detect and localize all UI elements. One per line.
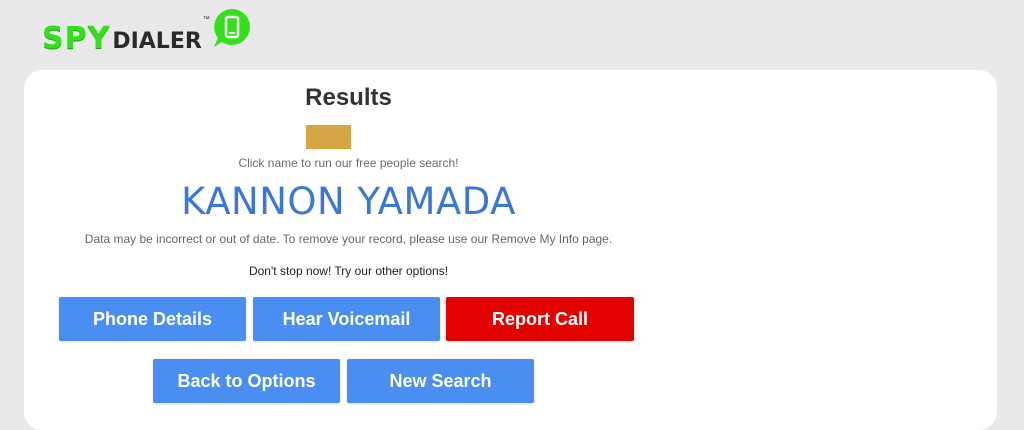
result-badge <box>306 125 351 149</box>
site-header: SPY DIALER ™ <box>0 0 1024 64</box>
page-title: Results <box>305 84 392 111</box>
logo-trademark: ™ <box>202 16 210 23</box>
phone-details-button[interactable]: Phone Details <box>59 297 246 341</box>
back-to-options-button[interactable]: Back to Options <box>153 359 340 403</box>
report-call-button[interactable]: Report Call <box>446 297 634 341</box>
spydialer-logo[interactable]: SPY DIALER ™ <box>42 6 262 54</box>
logo-dialer-text: DIALER <box>112 29 202 54</box>
data-disclaimer: Data may be incorrect or out of date. To… <box>84 232 613 246</box>
other-options-text: Don't stop now! Try our other options! <box>248 264 449 278</box>
phone-bubble-icon <box>214 9 250 47</box>
logo-spy-text: SPY <box>42 21 111 56</box>
new-search-button[interactable]: New Search <box>347 359 534 403</box>
result-name-link[interactable]: KANNON YAMADA <box>0 180 697 223</box>
people-search-hint: Click name to run our free people search… <box>238 156 459 170</box>
hear-voicemail-button[interactable]: Hear Voicemail <box>253 297 440 341</box>
